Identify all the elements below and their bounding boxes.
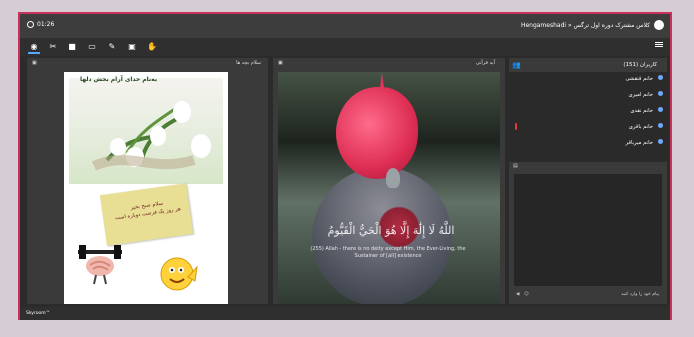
bottom-bar: Skyroom™ [20, 307, 670, 320]
user-name: خانم میرباقر [625, 140, 653, 146]
user-name: خانم باقری [628, 124, 653, 130]
chat-input[interactable]: ◀ ☺ پیام خود را وارد کنید [514, 290, 662, 300]
main-toolbar: ◉ ✂ ■ ▭ ✎ ▣ ✋ [20, 38, 670, 56]
screen-icon[interactable]: ▭ [86, 41, 98, 53]
chat-icon: ▤ [513, 163, 518, 169]
verse-translation: (255) Allah - there is no deity except H… [310, 246, 466, 259]
class-title: Hengameshadi » کلاس مشترک دوره اول ترگس [520, 22, 650, 29]
emoji-icon[interactable]: ☺ [524, 292, 529, 297]
timer: 01:26 [27, 21, 54, 28]
profile-icon[interactable] [654, 20, 664, 30]
record-icon[interactable]: ▣ [126, 41, 138, 53]
users-panel: 👥 کاربران (151) خانم قنقشی خانم امیری خا… [509, 58, 667, 158]
bird-video[interactable]: اللَّهُ لَا إِلَٰهَ إِلَّا هُوَ الْحَيُّ… [278, 72, 500, 304]
user-row[interactable]: خانم قنقشی [509, 72, 667, 88]
document-panel-icon[interactable]: ▣ [32, 60, 37, 66]
chat-messages[interactable] [514, 174, 662, 286]
user-icon [658, 75, 663, 80]
smiley-icon [160, 257, 198, 291]
clock-icon [27, 21, 34, 28]
user-name: خانم امیری [628, 92, 653, 98]
video-panel-icon[interactable]: ▣ [278, 60, 283, 66]
users-panel-header: 👥 کاربران (151) [509, 58, 667, 72]
user-icon [658, 107, 663, 112]
document-viewer[interactable]: بەنام خدای آرام بخش دلها سلام صبح بخیر ه… [64, 72, 228, 304]
user-row[interactable]: خانم نقدی [509, 104, 667, 120]
quran-verse: اللَّهُ لَا إِلَٰهَ إِلَّا هُوَ الْحَيُّ… [327, 224, 455, 237]
pen-icon[interactable]: ✎ [106, 41, 118, 53]
speaker-icon[interactable]: ◉ [28, 41, 40, 54]
chat-placeholder: پیام خود را وارد کنید [621, 292, 659, 297]
brain-lifting-icon [78, 245, 122, 285]
microphone-icon [515, 123, 517, 130]
document-panel-header: ▣ سلام بچه ها [27, 58, 268, 68]
chat-panel: ▤ ◀ ☺ پیام خود را وارد کنید [509, 162, 667, 304]
note-text: سلام صبح بخیر هر روز یک فرصت دوباره است [112, 198, 183, 223]
user-name: خانم نقدی [630, 108, 653, 114]
bird-beak [386, 168, 400, 188]
user-icon [658, 123, 663, 128]
flower-illustration [91, 101, 211, 171]
user-row[interactable]: خانم امیری [509, 88, 667, 104]
flower-image [69, 78, 223, 184]
top-bar: 01:26 Hengameshadi » کلاس مشترک دوره اول… [20, 14, 670, 38]
video-panel-header: ▣ آیه قرآنی [273, 58, 505, 68]
users-icon: 👥 [512, 61, 521, 69]
user-icon [658, 91, 663, 96]
video-panel: ▣ آیه قرآنی اللَّهُ لَا إِلَٰهَ إِلَّا ه… [273, 58, 505, 304]
send-icon[interactable]: ◀ [516, 292, 519, 297]
users-title: کاربران (151) [623, 62, 657, 68]
user-icon [658, 139, 663, 144]
bird-head [336, 87, 418, 179]
app-frame: 01:26 Hengameshadi » کلاس مشترک دوره اول… [18, 12, 672, 320]
sticky-note: سلام صبح بخیر هر روز یک فرصت دوباره است [99, 183, 194, 246]
timer-value: 01:26 [37, 21, 55, 28]
camera-icon[interactable]: ■ [66, 41, 78, 53]
user-name: خانم قنقشی [625, 76, 653, 82]
document-panel: ▣ سلام بچه ها بەنام خدای آرام بخش دلها س… [27, 58, 268, 304]
brand-label: Skyroom™ [26, 311, 51, 316]
document-panel-label: سلام بچه ها [236, 60, 261, 66]
mic-off-icon[interactable]: ✂ [47, 41, 59, 53]
user-row[interactable]: خانم میرباقر [509, 136, 667, 152]
document-title: بەنام خدای آرام بخش دلها [80, 76, 158, 83]
menu-icon[interactable] [655, 42, 663, 43]
video-panel-label: آیه قرآنی [475, 60, 495, 66]
user-row[interactable]: خانم باقری [509, 120, 667, 136]
chat-panel-header: ▤ [509, 162, 667, 172]
hand-icon[interactable]: ✋ [146, 41, 158, 53]
